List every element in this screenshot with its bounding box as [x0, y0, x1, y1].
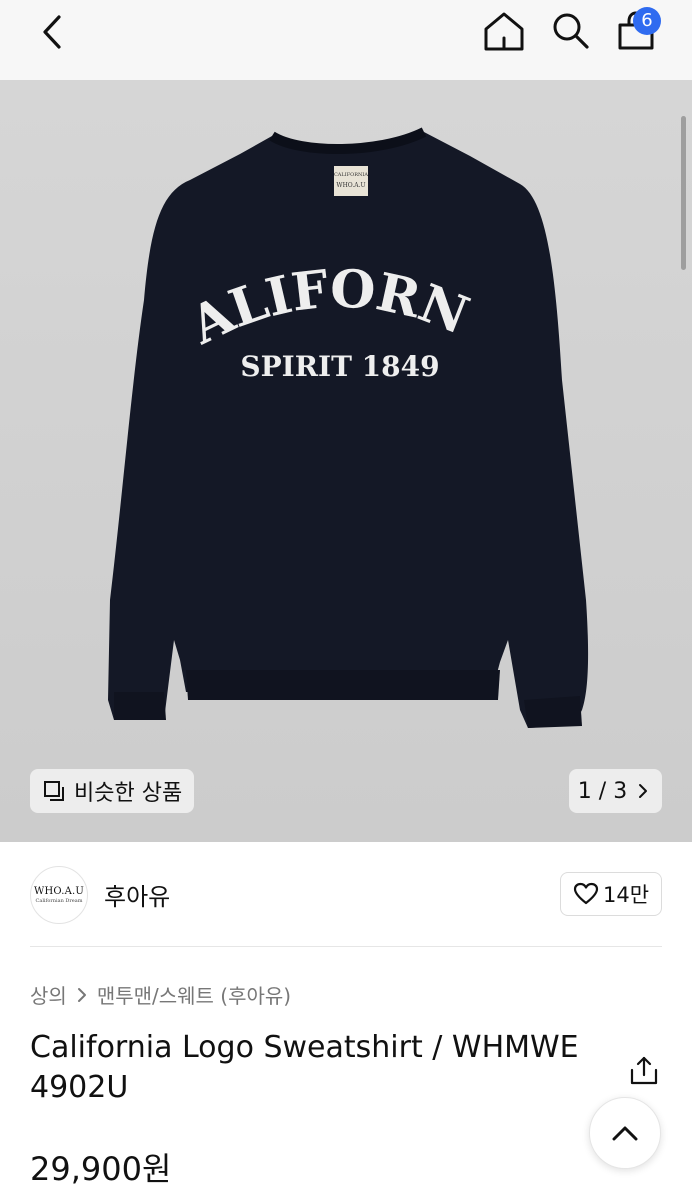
- search-icon[interactable]: [550, 10, 592, 52]
- tag-text-1: CALIFORNIA: [334, 172, 368, 178]
- chevron-right-icon: [77, 987, 86, 1002]
- brand-name[interactable]: 후아유: [104, 877, 170, 912]
- brand-logo[interactable]: WHO.A.U Californian Dream: [30, 866, 88, 924]
- similar-products-label: 비슷한 상품: [74, 781, 183, 806]
- copy-icon: [44, 781, 64, 801]
- brand-logo-text: WHO.A.U: [33, 886, 85, 897]
- breadcrumb: 상의 맨투맨/스웨트 (후아유): [30, 980, 291, 1009]
- home-icon[interactable]: [482, 10, 526, 52]
- chevron-right-icon: [639, 784, 648, 798]
- brand-logo-subtext: Californian Dream: [35, 898, 83, 904]
- image-pager-label: 1 / 3: [577, 778, 628, 804]
- product-image[interactable]: CALIFORNIA WHO.A.U CALIFORNIA SPIRIT 184…: [0, 80, 692, 842]
- scroll-to-top-button[interactable]: [589, 1097, 661, 1169]
- breadcrumb-item-category[interactable]: 상의: [30, 980, 67, 1009]
- top-bar: 6: [0, 0, 692, 80]
- divider: [30, 946, 662, 947]
- breadcrumb-item-subcategory[interactable]: 맨투맨/스웨트 (후아유): [97, 980, 291, 1009]
- print-subtext: SPIRIT 1849: [240, 350, 439, 383]
- image-pager-button[interactable]: 1 / 3: [569, 769, 662, 813]
- heart-icon: [573, 882, 599, 905]
- product-title: California Logo Sweatshirt / WHMWE 4902U: [30, 1030, 579, 1105]
- share-icon[interactable]: [628, 1055, 660, 1087]
- product-price: 29,900원: [30, 1150, 172, 1188]
- product-image-gallery[interactable]: CALIFORNIA WHO.A.U CALIFORNIA SPIRIT 184…: [0, 80, 692, 842]
- chevron-left-icon[interactable]: [36, 12, 70, 52]
- cart-count-badge: 6: [633, 7, 661, 35]
- like-count: 14만: [602, 883, 650, 907]
- chevron-up-icon: [612, 1126, 638, 1141]
- similar-products-button[interactable]: 비슷한 상품: [30, 769, 194, 813]
- tag-text-2: WHO.A.U: [336, 182, 365, 189]
- like-button[interactable]: 14만: [560, 872, 662, 916]
